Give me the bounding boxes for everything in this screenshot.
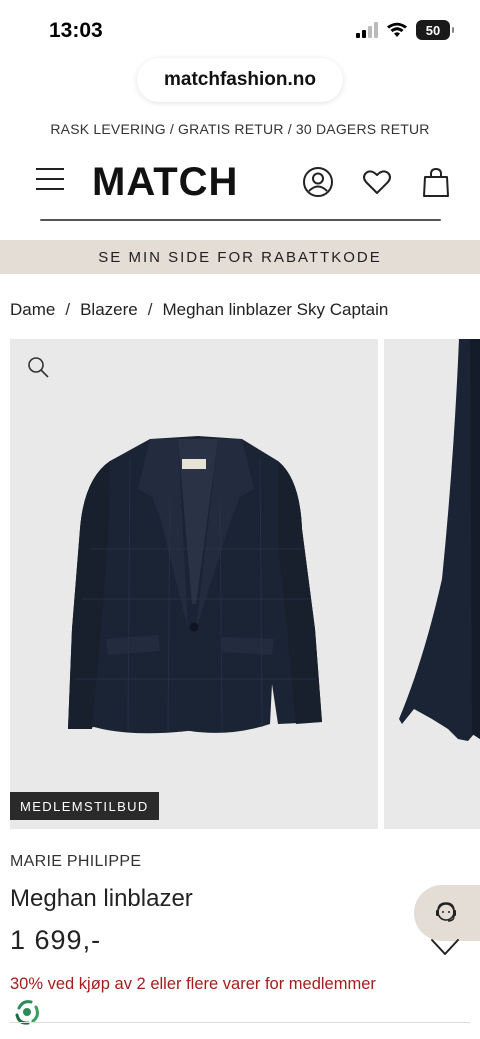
site-header: MATCH — [0, 150, 480, 220]
menu-icon[interactable] — [36, 168, 64, 190]
status-bar: 13:03 50 — [0, 0, 480, 60]
battery-icon: 50 — [416, 20, 454, 40]
chat-agent-icon — [436, 902, 456, 922]
discount-banner[interactable]: SE MIN SIDE FOR RABATTKODE — [0, 240, 480, 274]
search-bar-underline[interactable] — [40, 219, 441, 221]
site-logo[interactable]: MATCH — [92, 160, 238, 205]
divider — [10, 1022, 470, 1023]
blazer-illustration — [68, 436, 322, 734]
member-offer-text: 30% ved kjøp av 2 eller flere varer for … — [10, 975, 376, 993]
product-image-main[interactable] — [10, 339, 378, 829]
heart-icon[interactable] — [361, 166, 393, 198]
breadcrumb-item-blazere[interactable]: Blazere — [80, 300, 138, 320]
wishlist-icon[interactable] — [429, 930, 461, 958]
product-brand[interactable]: MARIE PHILIPPE — [10, 853, 141, 871]
signal-icon — [356, 22, 378, 38]
url-bar[interactable]: matchfashion.no — [137, 58, 343, 102]
product-gallery[interactable] — [10, 339, 480, 829]
status-icons: 50 — [356, 20, 454, 40]
product-image-next[interactable] — [384, 339, 480, 829]
blazer-sleeve-illustration — [399, 339, 480, 741]
breadcrumb-separator: / — [65, 300, 71, 319]
recycle-icon[interactable] — [10, 995, 44, 1029]
breadcrumb-item-current: Meghan linblazer Sky Captain — [162, 300, 389, 319]
member-offer-badge: MEDLEMSTILBUD — [10, 792, 159, 820]
breadcrumb: Dame / Blazere / Meghan linblazer Sky Ca… — [10, 300, 388, 320]
user-icon[interactable] — [302, 166, 334, 198]
breadcrumb-separator: / — [147, 300, 153, 319]
product-price: 1 699,- — [10, 925, 102, 955]
product-name: Meghan linblazer — [10, 885, 193, 912]
status-time: 13:03 — [49, 19, 103, 42]
breadcrumb-item-dame[interactable]: Dame — [10, 300, 55, 320]
bag-icon[interactable] — [420, 166, 452, 198]
promo-line: RASK LEVERING / GRATIS RETUR / 30 DAGERS… — [50, 121, 430, 137]
wifi-icon — [387, 22, 407, 37]
